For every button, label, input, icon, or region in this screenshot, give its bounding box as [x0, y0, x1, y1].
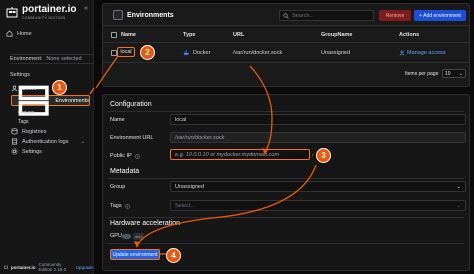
callout-1: 1: [52, 80, 67, 95]
items-per-page-select[interactable]: 10 ⌄: [442, 69, 466, 78]
search-icon: [283, 12, 289, 19]
public-ip-label-group: Public IP: [110, 153, 140, 159]
users-icon: [399, 50, 405, 56]
chevron-down-icon: ⌄: [458, 70, 463, 77]
column-header-type[interactable]: Type: [183, 32, 195, 38]
gpu-badge: add: [133, 233, 144, 240]
configuration-divider: [108, 111, 464, 112]
metadata-heading: Metadata: [110, 168, 140, 175]
registries-icon: [11, 128, 18, 135]
environments-header-icon: [113, 10, 123, 20]
metadata-divider: [108, 178, 464, 179]
items-per-page-value: 10: [445, 70, 451, 77]
items-per-page-label: Items per page: [405, 71, 439, 77]
sidebar-footer: portainer.io Community Edition 2.19.3 Up…: [4, 262, 93, 272]
update-environment-button[interactable]: Update environment: [110, 249, 160, 260]
portainer-logo-icon: [6, 6, 18, 19]
callout-3: 3: [316, 148, 331, 163]
docker-icon: [183, 50, 190, 56]
public-ip-label: Public IP: [110, 153, 132, 159]
sidebar-item-groups[interactable]: Groups: [18, 110, 34, 116]
environment-url-field: /var/run/docker.sock: [170, 132, 466, 143]
header-divider: [103, 42, 469, 43]
sidebar-item-registries[interactable]: Registries: [11, 128, 46, 135]
sidebar-item-auth-logs[interactable]: Authentication logs ⌄: [11, 138, 85, 145]
footer-brand: portainer.io: [10, 264, 36, 270]
hw-bottom-divider: [108, 243, 464, 244]
sidebar-item-label: Settings: [22, 148, 42, 155]
environments-header: Environments Remove + Add environment: [103, 4, 469, 26]
environment-url: /var/run/docker.sock: [233, 50, 283, 56]
portainer-footer-icon: [4, 265, 8, 269]
remove-button[interactable]: Remove: [379, 10, 411, 21]
portainer-logo[interactable]: portainer.io COMMUNITY EDITION: [6, 5, 76, 20]
hw-top-divider: [108, 217, 464, 218]
group-select-value: Unassigned: [175, 183, 205, 190]
group-select[interactable]: Unassigned ⌄: [170, 181, 466, 192]
sidebar-item-home[interactable]: Home: [6, 30, 32, 37]
chevron-down-icon: ⌄: [80, 138, 86, 145]
sidebar-item-label: Environments: [55, 97, 89, 104]
column-header-name[interactable]: Name: [121, 32, 136, 38]
settings-section-heading: Settings: [10, 72, 30, 78]
callout-4: 4: [166, 248, 181, 263]
chevron-down-icon: ⌄: [456, 183, 461, 190]
select-all-checkbox[interactable]: [111, 32, 117, 38]
environment-selector-label: Environment:: [10, 56, 43, 62]
sidebar-item-label: Authentication logs: [22, 138, 69, 145]
add-environment-button[interactable]: + Add environment: [414, 10, 466, 21]
group-label: Group: [110, 184, 126, 190]
home-icon: [6, 30, 13, 37]
environment-type: Docker: [183, 50, 210, 56]
environment-group: Unassigned: [321, 50, 351, 56]
sidebar-item-settings[interactable]: Settings: [11, 148, 42, 155]
gpu-label: GPU: [110, 233, 122, 239]
gpu-toggle[interactable]: [122, 234, 131, 239]
tags-label-group: Tags: [110, 203, 130, 209]
environment-selector-value: None selected: [46, 56, 82, 62]
manage-access-label: Manage access: [407, 50, 446, 56]
brand-edition: COMMUNITY EDITION: [22, 16, 66, 20]
tags-label: Tags: [110, 203, 122, 209]
info-icon: [124, 203, 130, 209]
search-box[interactable]: [279, 10, 374, 21]
row-divider: [103, 62, 469, 63]
gear-icon: [11, 148, 18, 155]
column-header-url[interactable]: URL: [233, 32, 244, 38]
tags-select[interactable]: Select... ⌄: [170, 200, 466, 211]
callout-2: 2: [140, 45, 155, 60]
sidebar-item-environments[interactable]: Environments: [11, 85, 90, 116]
name-label: Name: [110, 117, 125, 123]
column-header-group[interactable]: GroupName: [321, 32, 352, 38]
sidebar-item-tags[interactable]: Tags: [18, 119, 29, 125]
environment-name-link[interactable]: local: [117, 47, 135, 57]
search-input[interactable]: [292, 12, 372, 19]
info-icon: [134, 153, 140, 159]
public-ip-field[interactable]: e.g. 10.0.0.10 or mydocker.mydomain.com: [170, 149, 310, 160]
sidebar-item-label: Registries: [22, 128, 47, 135]
column-header-actions: Actions: [399, 32, 420, 38]
auth-logs-icon: [11, 138, 18, 145]
tags-select-placeholder: Select...: [175, 202, 195, 209]
environments-title: Environments: [127, 12, 174, 19]
name-field[interactable]: local: [170, 114, 466, 125]
sidebar: portainer.io COMMUNITY EDITION « Home En…: [0, 0, 94, 274]
configuration-heading: Configuration: [110, 101, 152, 108]
environment-type-label: Docker: [193, 50, 211, 56]
chevron-down-icon: ⌄: [456, 202, 461, 209]
brand-name: portainer.io: [22, 4, 77, 15]
hardware-acceleration-heading: Hardware acceleration: [110, 220, 181, 227]
manage-access-link[interactable]: Manage access: [399, 50, 446, 56]
environment-selector[interactable]: Environment: None selected: [10, 54, 94, 64]
sidebar-collapse-button[interactable]: «: [84, 5, 88, 12]
environment-url-label: Environment URL: [110, 135, 154, 141]
environments-panel: Environments Remove + Add environment Na…: [102, 3, 470, 87]
upgrade-link[interactable]: Upgrade: [76, 265, 93, 270]
sidebar-item-label: Home: [17, 30, 32, 37]
footer-edition: Community Edition 2.19.3: [38, 262, 67, 272]
